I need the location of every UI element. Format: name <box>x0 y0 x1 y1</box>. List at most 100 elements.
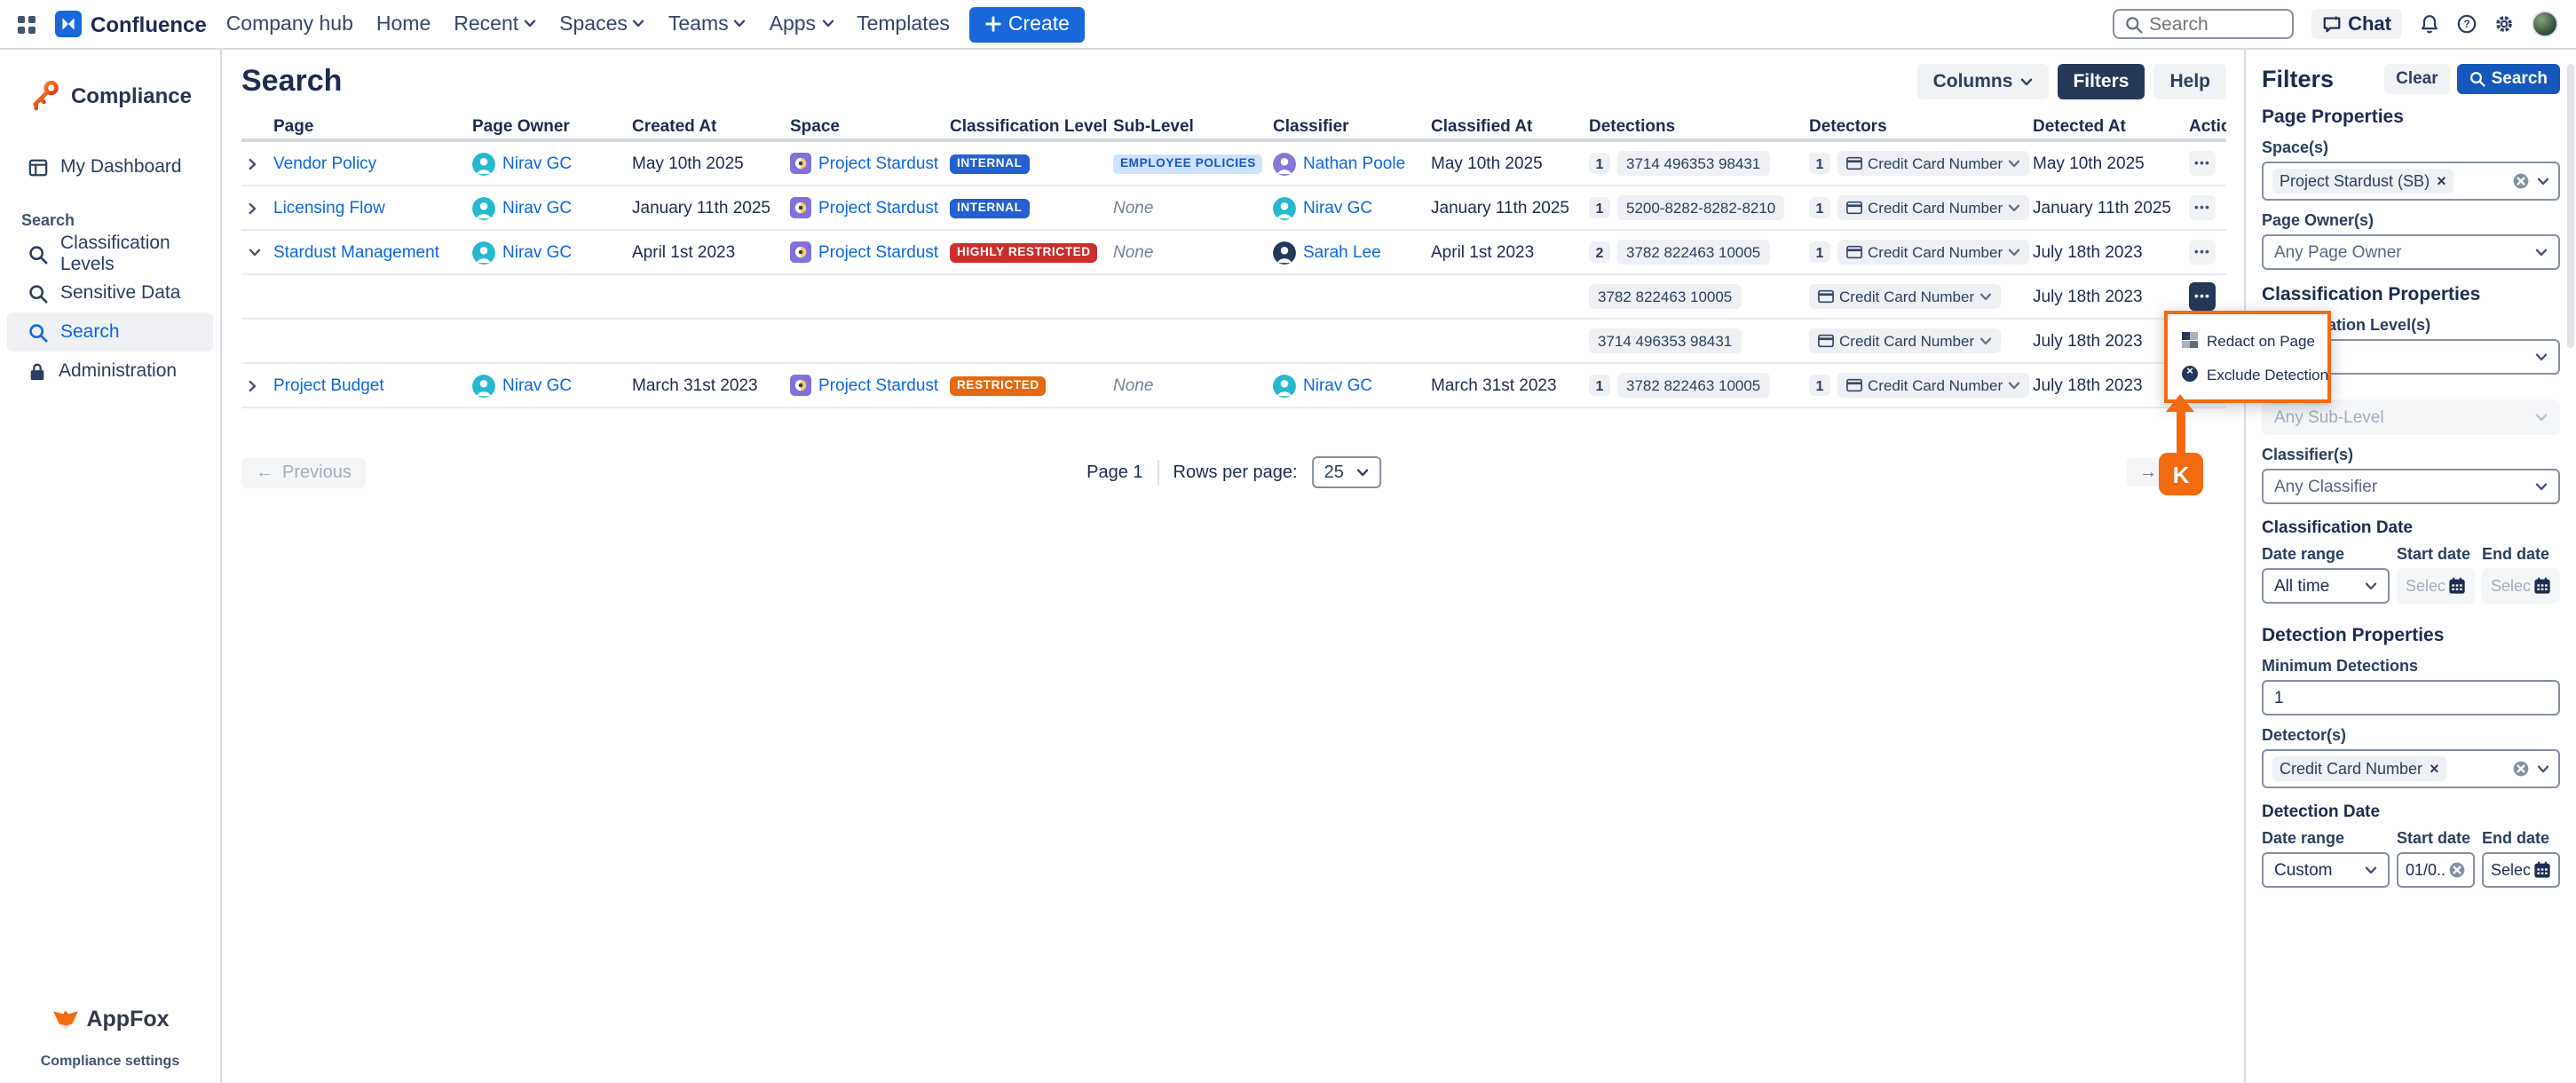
page-owner-link[interactable]: Nirav GC <box>502 375 572 395</box>
sidebar-item-sensitive-data[interactable]: Sensitive Data <box>7 273 213 312</box>
page-owner-link[interactable]: Nirav GC <box>502 154 572 173</box>
page-owner-link[interactable]: Nirav GC <box>502 242 572 262</box>
global-search-box[interactable] <box>2112 9 2293 39</box>
detection-end-date-input[interactable]: Selec <box>2482 852 2560 888</box>
nav-item-company-hub[interactable]: Company hub <box>226 13 353 35</box>
confluence-brand[interactable]: Confluence <box>55 11 207 37</box>
nav-item-home[interactable]: Home <box>376 13 431 35</box>
global-search-input[interactable] <box>2149 13 2273 35</box>
remove-tag-icon[interactable]: × <box>2437 172 2446 190</box>
app-switcher-icon[interactable] <box>18 15 36 33</box>
nav-item-teams[interactable]: Teams <box>668 13 747 35</box>
detector-pill[interactable]: Credit Card Number <box>1837 240 2029 265</box>
page-indicator: Page 1 <box>1087 462 1142 482</box>
classified-at: May 10th 2025 <box>1431 154 1543 173</box>
page-link[interactable]: Project Budget <box>273 375 384 395</box>
clear-filters-button[interactable]: Clear <box>2383 63 2451 93</box>
page-owner-link[interactable]: Nirav GC <box>502 198 572 217</box>
remove-tag-icon[interactable]: × <box>2430 760 2439 778</box>
top-nav: Confluence Company hub Home Recent Spaces Te… <box>0 0 2576 50</box>
create-button[interactable]: Create <box>969 6 1086 42</box>
clear-icon[interactable] <box>2512 172 2530 190</box>
detector-pill[interactable]: Credit Card Number <box>1809 328 2001 353</box>
classification-start-date-input: Select. <box>2397 568 2475 604</box>
detection-value: 3782 822463 10005 <box>1589 284 1741 309</box>
compliance-logo: Compliance <box>0 78 220 112</box>
detections-count: 1 <box>1589 153 1610 174</box>
sidebar-footer: AppFox Compliance settings <box>0 1007 220 1069</box>
detector-pill[interactable]: Credit Card Number <box>1809 284 2001 309</box>
space-link[interactable]: Project Stardust <box>818 154 938 173</box>
menu-item-redact-on-page[interactable]: Redact on Page <box>2168 323 2327 357</box>
end-date-label: End date <box>2482 829 2560 847</box>
previous-page-button[interactable]: ← Previous <box>241 457 366 487</box>
detections-count: 2 <box>1589 241 1610 263</box>
nav-item-templates[interactable]: Templates <box>857 13 950 35</box>
user-avatar[interactable] <box>2532 11 2558 37</box>
menu-item-exclude-detection[interactable]: ×Exclude Detection <box>2168 357 2327 391</box>
credit-card-icon <box>1846 245 1862 259</box>
detectors-combobox[interactable]: Credit Card Number × <box>2262 749 2560 788</box>
help-button[interactable]: Help <box>2153 64 2226 99</box>
classifier-link[interactable]: Nirav GC <box>1303 198 1372 217</box>
columns-button[interactable]: Columns <box>1917 64 2049 99</box>
row-expander-chevron-right-icon[interactable] <box>249 202 257 214</box>
minimum-detections-input[interactable]: 1 <box>2262 680 2560 715</box>
classifier-link[interactable]: Nirav GC <box>1303 375 1372 395</box>
row-actions-button[interactable]: ••• <box>2189 151 2216 176</box>
space-icon <box>790 153 811 174</box>
clear-icon[interactable] <box>2512 760 2530 778</box>
notifications-icon[interactable] <box>2420 14 2439 34</box>
sidebar-item-classification-levels[interactable]: Classification Levels <box>7 234 213 273</box>
page-link[interactable]: Vendor Policy <box>273 154 376 173</box>
apply-search-button[interactable]: Search <box>2458 63 2560 93</box>
clear-icon[interactable] <box>2448 861 2466 879</box>
sidebar-item-my-dashboard[interactable]: My Dashboard <box>7 147 213 186</box>
search-icon <box>2124 15 2142 33</box>
spaces-label: Space(s) <box>2262 138 2560 156</box>
nav-item-recent[interactable]: Recent <box>454 13 536 35</box>
key-icon <box>28 78 62 112</box>
nav-item-spaces[interactable]: Spaces <box>559 13 645 35</box>
row-actions-button[interactable]: ••• <box>2189 282 2216 311</box>
column-header: Page <box>273 116 472 136</box>
rows-per-page-select[interactable]: 25 <box>1312 456 1381 488</box>
sub-level-none: None <box>1113 198 1153 217</box>
created-at: January 11th 2025 <box>632 198 770 217</box>
sidebar-item-administration[interactable]: Administration <box>7 352 213 391</box>
space-link[interactable]: Project Stardust <box>818 375 938 395</box>
detector-pill[interactable]: Credit Card Number <box>1837 195 2029 220</box>
chat-button[interactable]: Chat <box>2311 9 2402 39</box>
spaces-combobox[interactable]: Project Stardust (SB) × <box>2262 162 2560 201</box>
filters-button[interactable]: Filters <box>2057 64 2145 99</box>
nav-item-apps[interactable]: Apps <box>770 13 834 35</box>
classification-date-heading: Classification Date <box>2262 518 2560 538</box>
space-link[interactable]: Project Stardust <box>818 242 938 262</box>
detected-at: July 18th 2023 <box>2033 287 2143 306</box>
detection-start-date-input[interactable]: 01/0... <box>2397 852 2475 888</box>
classification-date-range-select[interactable]: All time <box>2262 568 2390 604</box>
space-link[interactable]: Project Stardust <box>818 198 938 217</box>
classifier-link[interactable]: Sarah Lee <box>1303 242 1381 262</box>
row-actions-button[interactable]: ••• <box>2189 240 2216 265</box>
page-owners-select[interactable]: Any Page Owner <box>2262 234 2560 270</box>
scrollbar-thumb[interactable] <box>2567 64 2574 348</box>
search-icon <box>2470 70 2486 86</box>
page-link[interactable]: Licensing Flow <box>273 198 385 217</box>
row-expander-chevron-right-icon[interactable] <box>249 157 257 170</box>
settings-gear-icon[interactable] <box>2494 14 2514 34</box>
detector-pill[interactable]: Credit Card Number <box>1837 151 2029 176</box>
detection-date-range-select[interactable]: Custom <box>2262 852 2390 888</box>
chevron-down-icon <box>2019 77 2032 86</box>
row-expander-chevron-down-icon[interactable] <box>249 248 261 257</box>
row-actions-button[interactable]: ••• <box>2189 195 2216 220</box>
sub-levels-select: Any Sub-Level <box>2262 399 2560 435</box>
detector-pill[interactable]: Credit Card Number <box>1837 373 2029 398</box>
plus-icon <box>985 16 1001 32</box>
page-link[interactable]: Stardust Management <box>273 242 439 262</box>
classifiers-select[interactable]: Any Classifier <box>2262 469 2560 504</box>
help-icon[interactable]: ? <box>2457 14 2477 34</box>
classifier-link[interactable]: Nathan Poole <box>1303 154 1405 173</box>
sidebar-item-search[interactable]: Search <box>7 312 213 352</box>
row-expander-chevron-right-icon[interactable] <box>249 379 257 391</box>
